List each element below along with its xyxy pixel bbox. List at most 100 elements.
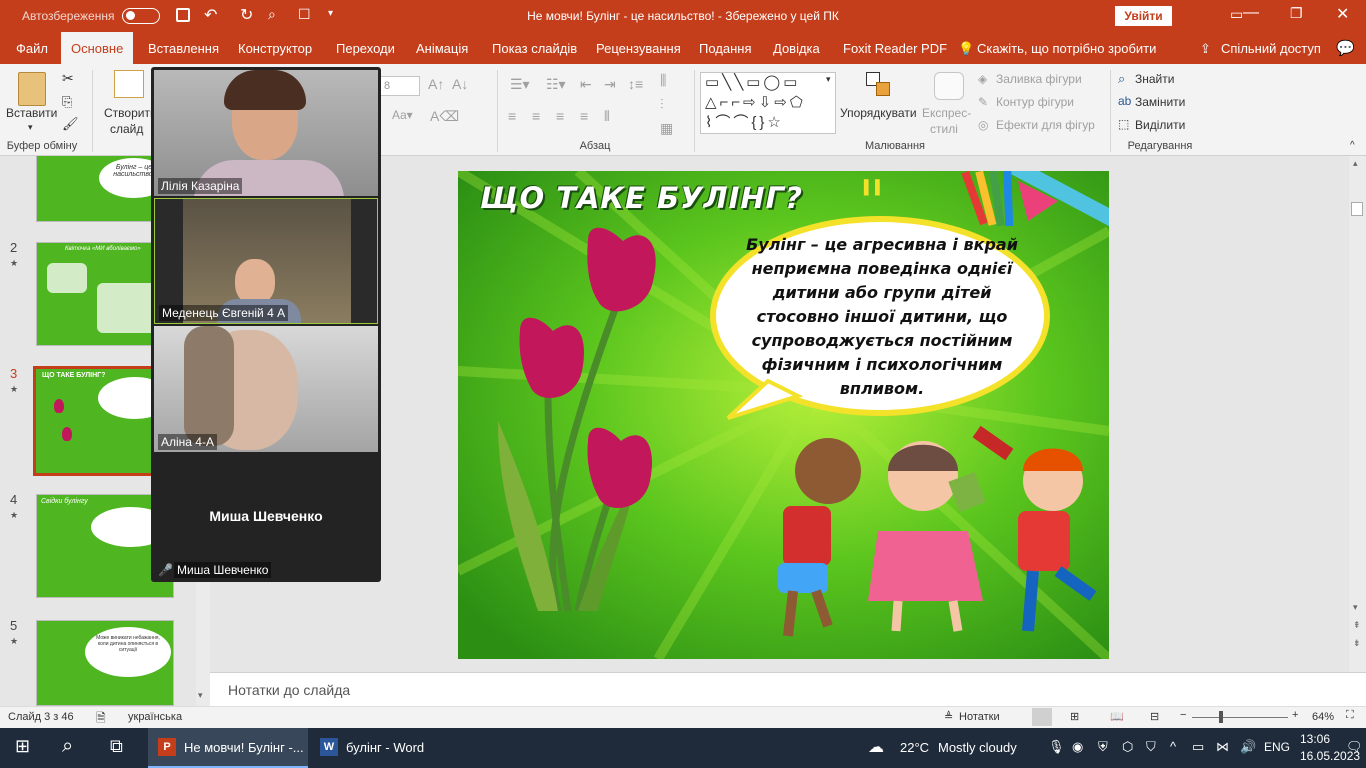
- new-slide-icon[interactable]: [114, 70, 144, 98]
- tab-foxit[interactable]: Foxit Reader PDF: [843, 32, 947, 64]
- shape-fill-icon[interactable]: ◈: [978, 72, 987, 86]
- slide-thumbnail-5[interactable]: Може виникати небажання, коли дитина опи…: [36, 620, 174, 706]
- scroll-down-icon[interactable]: ▾: [198, 690, 203, 701]
- windows-start-icon[interactable]: ⊞: [15, 736, 30, 757]
- touch-mode-icon[interactable]: ☐: [298, 6, 311, 23]
- zoom-video-panel[interactable]: Лілія Казаріна Меденець Євгеній 4 А Алін…: [151, 67, 381, 582]
- tell-me-input[interactable]: Скажіть, що потрібно зробити: [977, 32, 1156, 64]
- shape-outline-button[interactable]: Контур фігури: [996, 95, 1074, 109]
- video-tile-mysha[interactable]: Миша Шевченко 🎤 Миша Шевченко: [154, 454, 378, 580]
- fit-slide-icon[interactable]: ⛶: [1346, 709, 1354, 722]
- slide-sorter-icon[interactable]: ⊞: [1070, 710, 1079, 723]
- zoom-out-icon[interactable]: −: [1180, 709, 1186, 721]
- microphone-icon[interactable]: 🎙: [1048, 739, 1065, 755]
- collapse-ribbon-icon[interactable]: ^: [1350, 140, 1355, 151]
- network-icon[interactable]: ⋈: [1216, 739, 1229, 755]
- previous-slide-icon[interactable]: ⇞: [1353, 620, 1361, 631]
- volume-icon[interactable]: 🔊: [1240, 739, 1256, 755]
- notifications-icon[interactable]: 🗨: [1346, 739, 1363, 755]
- zoom-slider-thumb[interactable]: [1219, 711, 1223, 723]
- columns-icon[interactable]: ⫴: [604, 108, 610, 125]
- tab-help[interactable]: Довідка: [773, 32, 820, 64]
- shape-effects-icon[interactable]: ◎: [978, 118, 988, 132]
- quick-styles-button[interactable]: Експрес-: [922, 106, 971, 120]
- align-right-icon[interactable]: ≡: [556, 108, 564, 124]
- tab-slideshow[interactable]: Показ слайдів: [492, 32, 577, 64]
- share-button[interactable]: Спільний доступ: [1221, 32, 1321, 64]
- slideshow-icon[interactable]: ⊟: [1150, 710, 1159, 723]
- quick-styles-icon[interactable]: [934, 72, 964, 100]
- paste-dropdown-icon[interactable]: ▾: [28, 122, 33, 133]
- weather-condition[interactable]: Mostly cloudy: [938, 740, 1017, 755]
- input-language[interactable]: ENG: [1264, 740, 1290, 754]
- notes-placeholder[interactable]: Нотатки до слайда: [228, 682, 350, 698]
- zoom-level[interactable]: 64%: [1312, 711, 1334, 723]
- shape-effects-button[interactable]: Ефекти для фігур: [996, 118, 1095, 132]
- slide-title[interactable]: ЩО ТАКЕ БУЛІНГ?: [480, 181, 803, 215]
- tab-file[interactable]: Файл: [16, 32, 48, 64]
- next-slide-icon[interactable]: ⇟: [1353, 638, 1361, 649]
- reading-view-icon[interactable]: 📖: [1110, 710, 1124, 723]
- zoom-in-icon[interactable]: +: [1292, 709, 1298, 721]
- align-left-icon[interactable]: ≡: [508, 108, 516, 124]
- close-button[interactable]: ✕: [1336, 4, 1349, 24]
- align-center-icon[interactable]: ≡: [532, 108, 540, 124]
- weather-temperature[interactable]: 22°C: [900, 740, 929, 755]
- select-icon[interactable]: ⬚: [1118, 117, 1129, 131]
- grow-font-icon[interactable]: A↑: [428, 76, 444, 92]
- replace-button[interactable]: Замінити: [1135, 95, 1185, 109]
- customize-qat-icon[interactable]: ▾: [328, 8, 333, 19]
- scroll-up-icon[interactable]: ▴: [1353, 158, 1358, 169]
- task-view-icon[interactable]: ⧉: [110, 736, 123, 757]
- bullying-definition-text[interactable]: Булінг – це агресивна і вкрай неприємна …: [746, 233, 1018, 401]
- comments-icon[interactable]: 💬: [1336, 32, 1355, 64]
- shape-outline-icon[interactable]: ✎: [978, 95, 988, 109]
- spellcheck-icon[interactable]: 🗎: [96, 709, 106, 730]
- video-tile-liliia[interactable]: Лілія Казаріна: [154, 70, 378, 196]
- bullets-icon[interactable]: ☰▾: [510, 76, 530, 93]
- smartart-icon[interactable]: ▦: [660, 120, 673, 137]
- zoom-slider[interactable]: [1192, 717, 1288, 718]
- shield-icon[interactable]: ⛨: [1098, 739, 1108, 755]
- find-icon[interactable]: ⌕: [1118, 71, 1125, 87]
- change-case-icon[interactable]: Aa▾: [392, 108, 413, 122]
- slide-scrollbar[interactable]: ▴ ▾ ⇞ ⇟: [1349, 156, 1366, 672]
- tab-transitions[interactable]: Переходи: [336, 32, 395, 64]
- tab-design[interactable]: Конструктор: [238, 32, 312, 64]
- tab-review[interactable]: Рецензування: [596, 32, 681, 64]
- quick-styles-button-line2[interactable]: стилі: [930, 122, 958, 136]
- maximize-button[interactable]: ❐: [1290, 5, 1303, 22]
- language-indicator[interactable]: українська: [128, 711, 182, 723]
- taskbar-word[interactable]: W булінг - Word: [310, 728, 460, 768]
- search-icon[interactable]: ⌕: [62, 735, 73, 758]
- new-slide-button[interactable]: Створити: [104, 106, 157, 120]
- tab-view[interactable]: Подання: [699, 32, 752, 64]
- present-icon[interactable]: ⌕: [268, 6, 276, 23]
- battery-icon[interactable]: ▭: [1192, 739, 1204, 755]
- tab-home[interactable]: Основне: [61, 32, 134, 64]
- redo-icon[interactable]: ↻: [240, 5, 253, 25]
- normal-view-button[interactable]: [1032, 708, 1052, 726]
- weather-cloud-icon[interactable]: ☁: [868, 737, 884, 757]
- find-button[interactable]: Знайти: [1135, 72, 1174, 86]
- text-direction-icon[interactable]: ⫼: [660, 72, 666, 89]
- scroll-thumb[interactable]: [1351, 202, 1363, 216]
- notes-pane[interactable]: Нотатки до слайда: [210, 672, 1366, 706]
- shapes-gallery[interactable]: ▭╲╲▭◯▭ △⌐⌐⇨⇩⇨⬠ ⌇⌒⌒{}☆: [700, 72, 836, 134]
- scroll-down-icon[interactable]: ▾: [1353, 602, 1358, 613]
- sign-in-button[interactable]: Увійти: [1115, 6, 1172, 26]
- arrange-icon[interactable]: [866, 72, 892, 98]
- defender-icon[interactable]: ⛉: [1146, 739, 1156, 755]
- clear-format-icon[interactable]: A⌫: [430, 108, 459, 125]
- replace-icon[interactable]: ab: [1118, 94, 1131, 108]
- shapes-more-icon[interactable]: ▾: [826, 74, 831, 85]
- video-tile-yevhenii[interactable]: Меденець Євгеній 4 А: [154, 198, 378, 324]
- select-button[interactable]: Виділити: [1135, 118, 1185, 132]
- tab-insert[interactable]: Вставлення: [148, 32, 219, 64]
- cleaner-icon[interactable]: ⬡: [1122, 739, 1133, 755]
- minimize-button[interactable]: —: [1243, 4, 1259, 22]
- undo-icon[interactable]: ↶: [204, 5, 217, 25]
- notes-button[interactable]: Нотатки: [959, 711, 1000, 723]
- increase-indent-icon[interactable]: ⇥: [604, 76, 616, 93]
- new-slide-button-line2[interactable]: слайд: [110, 122, 143, 136]
